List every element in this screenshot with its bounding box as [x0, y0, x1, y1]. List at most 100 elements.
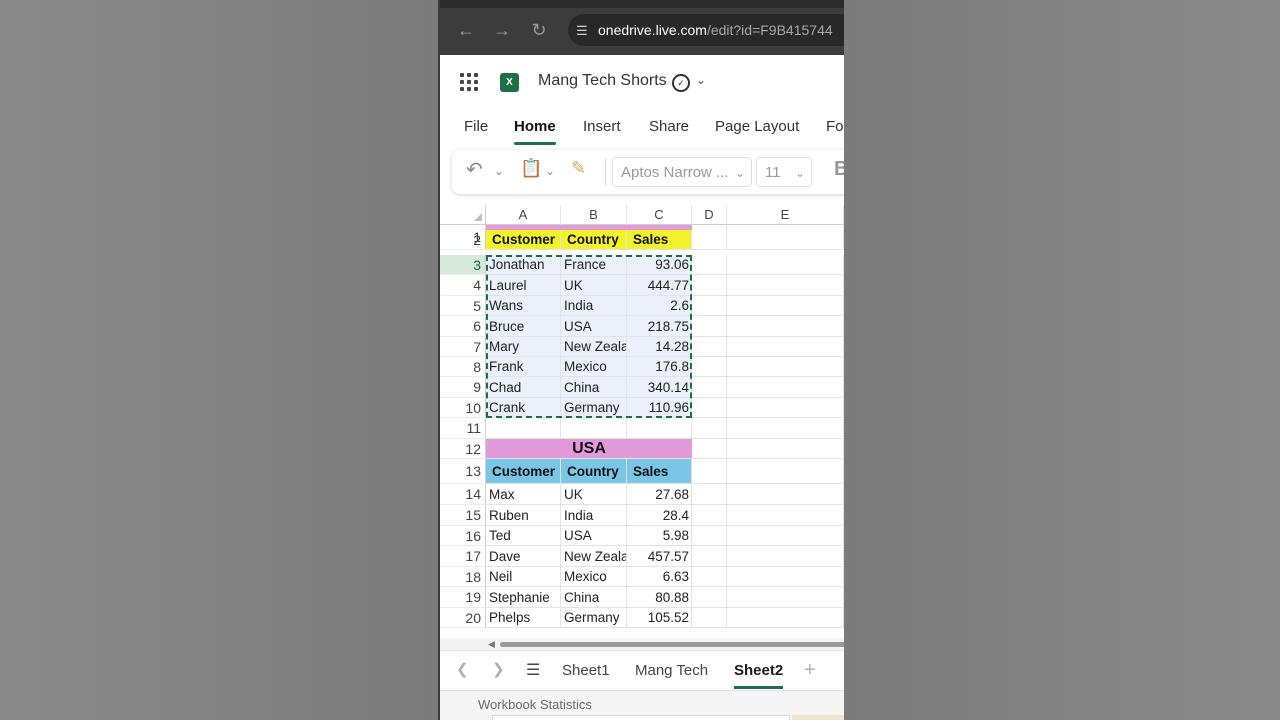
back-arrow-icon[interactable]: ←	[454, 18, 478, 42]
india-data-cell[interactable]: China	[561, 377, 627, 398]
empty-cell[interactable]	[727, 275, 844, 296]
sheet-tab-sheet1[interactable]: Sheet1	[562, 662, 610, 679]
india-data-cell[interactable]: 176.8	[627, 357, 692, 377]
india-data-cell[interactable]: 340.14	[627, 377, 692, 398]
forward-arrow-icon[interactable]: →	[490, 18, 514, 42]
usa-data-cell[interactable]: USA	[561, 526, 627, 546]
spreadsheet-grid[interactable]: ABCDE1234567891011121314151617181920INDI…	[440, 205, 844, 640]
india-data-cell[interactable]: 218.75	[627, 316, 692, 337]
india-data-cell[interactable]: 110.96	[627, 398, 692, 418]
empty-cell[interactable]	[727, 357, 844, 377]
column-header[interactable]: C	[627, 205, 692, 225]
document-title[interactable]: Mang Tech Shorts	[538, 72, 667, 90]
empty-cell[interactable]	[692, 439, 727, 459]
empty-cell[interactable]	[692, 230, 727, 250]
empty-cell[interactable]	[692, 608, 727, 628]
column-header[interactable]: D	[692, 205, 727, 225]
india-data-cell[interactable]: Crank	[486, 398, 561, 418]
empty-cell[interactable]	[727, 459, 844, 484]
tab-formulas[interactable]: Fo	[826, 118, 844, 135]
usa-data-cell[interactable]: 105.52	[627, 608, 692, 628]
empty-cell[interactable]	[692, 255, 727, 275]
empty-cell[interactable]	[727, 587, 844, 608]
sheet-tab-mang-tech[interactable]: Mang Tech	[635, 662, 708, 679]
usa-data-cell[interactable]: Stephanie	[486, 587, 561, 608]
empty-cell[interactable]	[486, 418, 561, 439]
usa-data-cell[interactable]: Dave	[486, 546, 561, 567]
empty-cell[interactable]	[727, 567, 844, 587]
column-header[interactable]: E	[727, 205, 844, 225]
india-data-cell[interactable]: India	[561, 296, 627, 316]
usa-data-cell[interactable]: Max	[486, 484, 561, 505]
scroll-left-icon[interactable]: ◀	[488, 638, 495, 650]
bold-button[interactable]: B	[834, 158, 844, 181]
usa-header-cell[interactable]: Sales	[627, 459, 692, 484]
empty-cell[interactable]	[561, 418, 627, 439]
empty-cell[interactable]	[692, 526, 727, 546]
usa-data-cell[interactable]: India	[561, 505, 627, 526]
india-data-cell[interactable]: 444.77	[627, 275, 692, 296]
empty-cell[interactable]	[727, 546, 844, 567]
row-header[interactable]: 8	[440, 357, 486, 377]
india-data-cell[interactable]: Frank	[486, 357, 561, 377]
india-header-cell[interactable]: Customer	[486, 230, 561, 250]
row-header[interactable]: 17	[440, 546, 486, 567]
usa-data-cell[interactable]: UK	[561, 484, 627, 505]
india-data-cell[interactable]: Bruce	[486, 316, 561, 337]
usa-data-cell[interactable]: China	[561, 587, 627, 608]
empty-cell[interactable]	[727, 296, 844, 316]
chevron-down-icon[interactable]: ⌄	[696, 73, 706, 87]
empty-cell[interactable]	[727, 439, 844, 459]
font-name-select[interactable]: Aptos Narrow ... ⌄	[612, 157, 752, 187]
empty-cell[interactable]	[627, 418, 692, 439]
empty-cell[interactable]	[692, 296, 727, 316]
empty-cell[interactable]	[727, 608, 844, 628]
india-data-cell[interactable]: Germany	[561, 398, 627, 418]
row-header[interactable]: 9	[440, 377, 486, 398]
empty-cell[interactable]	[692, 377, 727, 398]
add-sheet-icon[interactable]: +	[804, 659, 816, 682]
india-header-cell[interactable]: Country	[561, 230, 627, 250]
row-header[interactable]: 5	[440, 296, 486, 316]
india-data-cell[interactable]: USA	[561, 316, 627, 337]
usa-data-cell[interactable]: 5.98	[627, 526, 692, 546]
empty-cell[interactable]	[692, 587, 727, 608]
column-header[interactable]: B	[561, 205, 627, 225]
next-sheet-icon[interactable]: ❯	[492, 660, 505, 678]
row-header[interactable]: 10	[440, 398, 486, 418]
india-data-cell[interactable]: New Zeala	[561, 337, 627, 357]
scrollbar-thumb[interactable]	[500, 642, 844, 647]
empty-cell[interactable]	[727, 398, 844, 418]
address-bar[interactable]: ☰ onedrive.live.com/edit?id=F9B415744	[568, 14, 844, 46]
usa-data-cell[interactable]: Phelps	[486, 608, 561, 628]
empty-cell[interactable]	[727, 316, 844, 337]
india-data-cell[interactable]: Wans	[486, 296, 561, 316]
row-header[interactable]: 13	[440, 459, 486, 484]
empty-cell[interactable]	[692, 398, 727, 418]
empty-cell[interactable]	[692, 567, 727, 587]
india-data-cell[interactable]: 2.6	[627, 296, 692, 316]
empty-cell[interactable]	[727, 526, 844, 546]
tab-file[interactable]: File	[464, 118, 488, 135]
reload-icon[interactable]: ↻	[527, 18, 551, 42]
usa-title[interactable]: USA	[486, 439, 692, 459]
usa-header-cell[interactable]: Country	[561, 459, 627, 484]
row-header[interactable]: 12	[440, 439, 486, 459]
row-header[interactable]: 16	[440, 526, 486, 546]
paste-icon[interactable]: 📋	[520, 158, 542, 179]
tab-insert[interactable]: Insert	[583, 118, 621, 135]
row-header[interactable]: 14	[440, 484, 486, 505]
empty-cell[interactable]	[692, 357, 727, 377]
india-data-cell[interactable]: France	[561, 255, 627, 275]
row-header[interactable]: 11	[440, 418, 486, 439]
empty-cell[interactable]	[727, 505, 844, 526]
row-header[interactable]: 20	[440, 608, 486, 628]
empty-cell[interactable]	[692, 459, 727, 484]
horizontal-scrollbar[interactable]: ◀	[440, 638, 844, 650]
site-settings-icon[interactable]: ☰	[576, 15, 598, 46]
usa-data-cell[interactable]: 80.88	[627, 587, 692, 608]
empty-cell[interactable]	[692, 418, 727, 439]
paste-dropdown-icon[interactable]: ⌄	[545, 164, 555, 178]
india-data-cell[interactable]: Mexico	[561, 357, 627, 377]
usa-data-cell[interactable]: 457.57	[627, 546, 692, 567]
